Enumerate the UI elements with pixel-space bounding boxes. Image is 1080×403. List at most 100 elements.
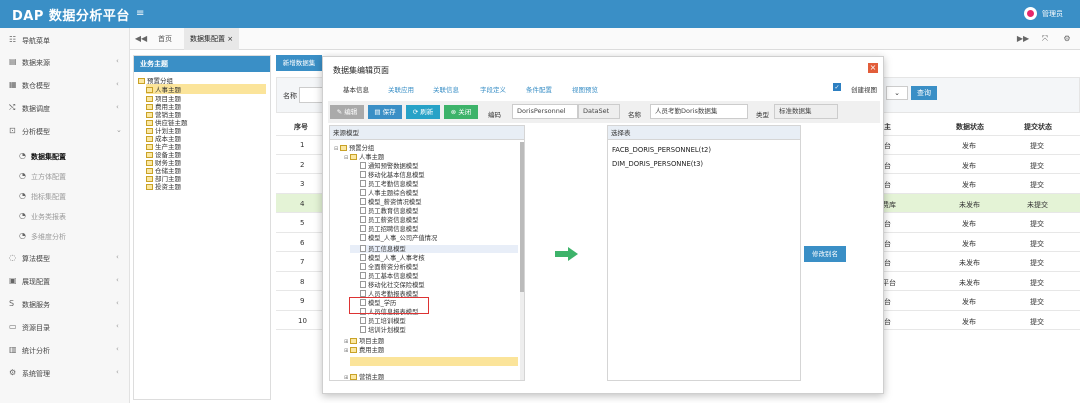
document-icon xyxy=(360,263,366,270)
save-button[interactable]: ▤ 保存 xyxy=(368,105,402,119)
tree-leaf[interactable]: 员工考勤信息模型 xyxy=(360,179,418,188)
tree-leaf[interactable]: 模型_人事_公司产值情况 xyxy=(360,233,437,242)
scrollbar-thumb[interactable] xyxy=(520,142,524,292)
cell-submit: 提交 xyxy=(1030,181,1044,189)
sidebar-item-algorithm[interactable]: ◌ 算法模型 ‹ xyxy=(0,248,130,268)
sidebar-sub-metric-config[interactable]: ◔ 指标集配置 xyxy=(0,186,130,206)
sidebar-label: 统计分析 xyxy=(22,347,50,355)
tree-leaf[interactable]: 模型_人事_人事考核 xyxy=(360,253,425,262)
sidebar-sub-cube-config[interactable]: ◔ 立方体配置 xyxy=(0,166,130,186)
tab-condition-config[interactable]: 条件配置 xyxy=(526,84,552,94)
tab-field-definition[interactable]: 字段定义 xyxy=(480,84,506,94)
cell-no: 3 xyxy=(300,180,305,188)
filter-name-input[interactable] xyxy=(299,87,323,103)
sidebar-label: 导航菜单 xyxy=(22,37,50,45)
tree-leaf[interactable]: 模型_薪资情况模型 xyxy=(360,197,422,206)
sidebar-label: 系统管理 xyxy=(22,370,50,378)
tab-linked-apps[interactable]: 关联应用 xyxy=(388,84,414,94)
cell-submit: 提交 xyxy=(1030,239,1044,248)
name-input[interactable]: 人员考勤Doris数据集 xyxy=(650,104,748,119)
dataset-edit-dialog: 数据集编辑页面 × 基本信息 关联应用 关联信息 字段定义 条件配置 视图预览 … xyxy=(322,56,884,394)
user-avatar-icon[interactable] xyxy=(1024,7,1037,20)
sidebar-item-display-config[interactable]: ▣ 展现配置 ‹ xyxy=(0,271,130,291)
sidebar-item-statistics[interactable]: ▥ 统计分析 ‹ xyxy=(0,340,130,360)
sidebar-sub-dataset-config[interactable]: ◔ 数据集配置 xyxy=(0,146,130,166)
sidebar-item-warehouse[interactable]: ▦ 数仓模型 ‹ xyxy=(0,75,130,95)
tree-leaf[interactable]: 员工薪资信息模型 xyxy=(360,215,418,224)
sidebar-item-scheduling[interactable]: ⤭ 数据调度 ‹ xyxy=(0,98,130,118)
tree-node[interactable]: 投资主题 xyxy=(146,181,181,191)
sidebar-item-data-service[interactable]: S 数据服务 ‹ xyxy=(0,294,130,314)
document-icon xyxy=(360,254,366,261)
tree-leaf[interactable]: 人事主题综合模型 xyxy=(360,188,418,197)
selected-row xyxy=(350,357,518,366)
tab-basic-info[interactable]: 基本信息 xyxy=(343,84,369,94)
sidebar-label: 业务类报表 xyxy=(31,213,66,221)
sidebar-sub-business-report[interactable]: ◔ 业务类报表 xyxy=(0,206,130,226)
document-icon xyxy=(360,290,366,297)
close-icon[interactable]: × xyxy=(868,63,878,73)
expand-icon[interactable]: ⤧ xyxy=(1036,28,1054,50)
tree-node[interactable]: ⊞ 营销主题 xyxy=(344,372,384,380)
sidebar-sub-multidim-analysis[interactable]: ◔ 多维度分析 xyxy=(0,226,130,246)
query-button[interactable]: 查询 xyxy=(911,86,937,100)
tab-linked-info[interactable]: 关联信息 xyxy=(433,84,459,94)
tab-back-icon[interactable]: ◀◀ xyxy=(132,28,150,50)
sidebar-item-data-source[interactable]: ▤ 数据来源 ‹ xyxy=(0,52,130,72)
database-icon: ▤ xyxy=(9,57,17,66)
chevron-down-icon: ⌄ xyxy=(116,126,122,134)
document-icon xyxy=(360,207,366,214)
tree-root[interactable]: ⊟ 预置分组 xyxy=(334,143,374,152)
tree-leaf[interactable]: 员工培训模型 xyxy=(360,316,406,325)
tree-leaf[interactable]: 全面薪资分析模型 xyxy=(360,262,418,271)
source-model-title: 来源模型 xyxy=(330,126,524,140)
sidebar-item-system[interactable]: ⚙ 系统管理 ‹ xyxy=(0,363,130,383)
cell-submit: 提交 xyxy=(1030,161,1044,170)
tree-leaf[interactable]: 员工基本信息模型 xyxy=(360,271,418,280)
sidebar-item-resource-catalog[interactable]: ▭ 资源目录 ‹ xyxy=(0,317,130,337)
menu-toggle-icon[interactable]: ≡ xyxy=(136,8,144,19)
theme-tree-panel: 业务主题 预置分组 人事主题 项目主题 费用主题 营销主题 供应链主题 计划主题… xyxy=(133,55,271,400)
tree-node[interactable]: ⊟ 人事主题 xyxy=(344,152,384,161)
tree-leaf[interactable]: 员工教育信息模型 xyxy=(360,206,418,215)
cell-no: 8 xyxy=(300,277,305,286)
tree-leaf[interactable]: 通知预警数据模型 xyxy=(360,161,418,170)
cell-no: 1 xyxy=(300,141,305,149)
close-button[interactable]: ⊗ 关闭 xyxy=(444,105,478,119)
folder-icon xyxy=(138,78,145,84)
new-dataset-button[interactable]: 新增数据集 xyxy=(276,55,322,71)
refresh-button[interactable]: ⟳ 刷新 xyxy=(406,105,440,119)
document-icon xyxy=(360,234,366,241)
tree-node[interactable]: ⊞ 项目主题 xyxy=(344,336,384,345)
cell-status: 发布 xyxy=(962,298,976,306)
chevron-down-icon[interactable]: ⌄ xyxy=(886,86,908,100)
model-icon: ⊡ xyxy=(9,126,16,135)
tab-forward-icon[interactable]: ▶▶ xyxy=(1014,28,1032,50)
add-arrow-icon[interactable] xyxy=(555,247,579,261)
tree-leaf[interactable]: 培训计划模型 xyxy=(360,325,406,334)
pie-icon: ◔ xyxy=(19,231,26,240)
scrollbar[interactable] xyxy=(520,142,524,380)
tree-node-label: 员工教育信息模型 xyxy=(368,208,419,215)
create-view-checkbox[interactable]: ✓ xyxy=(833,83,841,91)
tab-dataset-config[interactable]: 数据集配置 × xyxy=(184,28,240,50)
tree-leaf[interactable]: 移动化社交保险模型 xyxy=(360,280,425,289)
tab-home[interactable]: 首页 xyxy=(152,28,178,50)
cell-right: 台 xyxy=(884,298,891,306)
code-input[interactable]: DorisPersonnel xyxy=(512,104,578,119)
nav-icon: ☷ xyxy=(9,35,17,44)
username[interactable]: 管理员 xyxy=(1042,9,1063,19)
sidebar-item-analysis-model[interactable]: ⊡ 分析模型 ⌄ xyxy=(0,121,130,141)
selected-table-item[interactable]: FACB_DORIS_PERSONNEL(t2) xyxy=(612,146,711,154)
sidebar-label: 算法模型 xyxy=(22,255,50,263)
tree-leaf[interactable]: 员工招聘信息模型 xyxy=(360,224,418,233)
tree-leaf[interactable]: 移动化基本信息模型 xyxy=(360,170,425,179)
pie-icon: ◔ xyxy=(19,211,26,220)
modify-alias-button[interactable]: 修改别名 xyxy=(804,246,846,262)
tab-view-preview[interactable]: 视图预览 xyxy=(572,84,598,94)
gear-icon[interactable]: ⚙ xyxy=(1058,28,1076,50)
tree-leaf[interactable]: 员工信息模型 xyxy=(360,244,406,253)
selected-table-item[interactable]: DIM_DORIS_PERSONNE(t3) xyxy=(612,160,703,168)
edit-button[interactable]: ✎ 编辑 xyxy=(330,105,364,119)
tree-node[interactable]: ⊞ 费用主题 xyxy=(344,345,384,354)
